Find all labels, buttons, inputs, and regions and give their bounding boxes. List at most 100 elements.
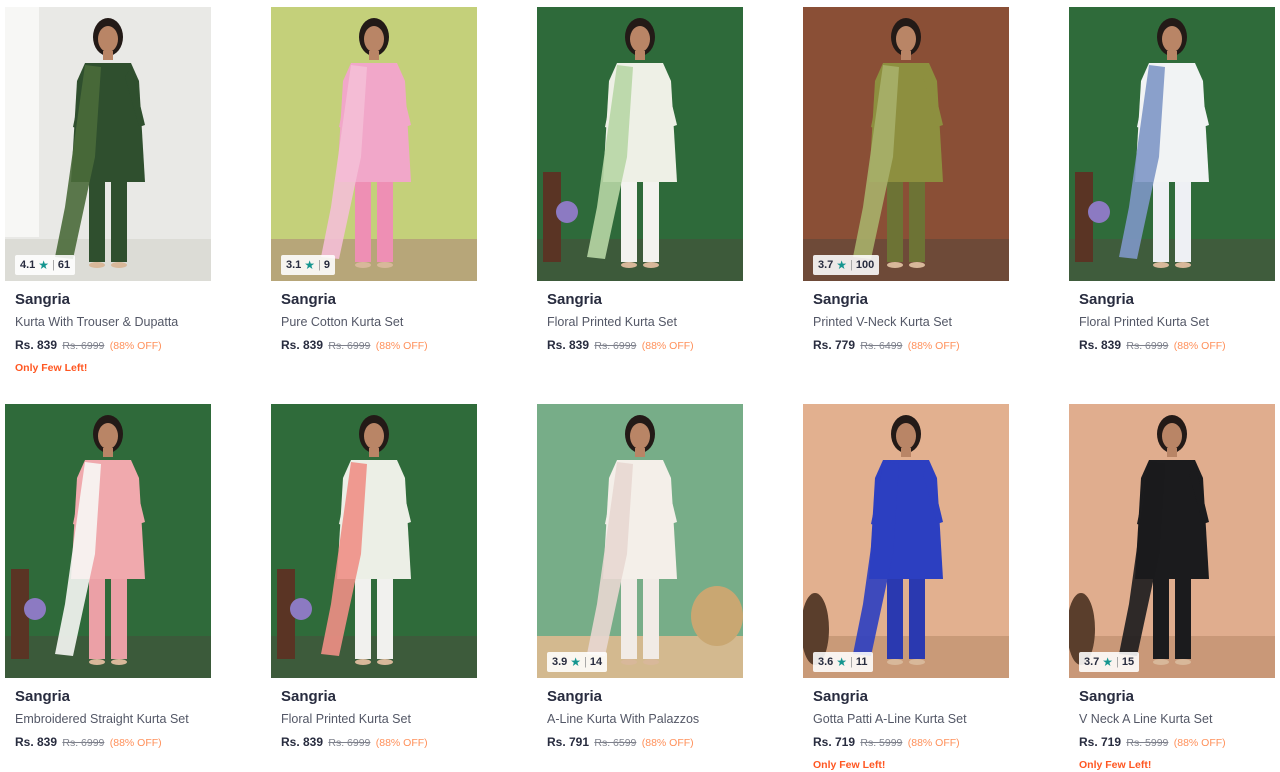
original-price: Rs. 6999 [328, 737, 371, 749]
price-row: Rs. 719 Rs. 5999 (88% OFF) [813, 734, 1009, 751]
product-name: Floral Printed Kurta Set [1079, 315, 1209, 329]
stock-badge: Only Few Left! [813, 759, 886, 771]
original-price: Rs. 6999 [594, 340, 637, 352]
discounted-price: Rs. 839 [281, 338, 324, 352]
product-image[interactable]: 3.7 ★ | 100 [803, 7, 1009, 281]
discount-percent: (88% OFF) [641, 340, 694, 352]
product-card[interactable]: Sangria Floral Printed Kurta Set Rs. 839 R… [537, 7, 743, 354]
discounted-price: Rs. 719 [1079, 735, 1122, 749]
product-card[interactable]: 3.7 ★ | 100 Sangria Printed V-Neck Kurta Set R… [803, 7, 1009, 354]
product-name: Floral Printed Kurta Set [547, 315, 677, 329]
rating-badge: 3.7 ★ | 15 [1079, 652, 1140, 672]
product-info: Sangria Floral Printed Kurta Set Rs. 839 R… [271, 678, 477, 751]
product-info: Sangria Floral Printed Kurta Set Rs. 839 R… [537, 281, 743, 354]
product-name: Embroidered Straight Kurta Set [15, 712, 189, 726]
review-count: 61 [57, 259, 71, 271]
brand-name: Sangria [813, 688, 869, 705]
product-image[interactable]: 3.9 ★ | 14 [537, 404, 743, 678]
discounted-price: Rs. 839 [15, 338, 58, 352]
product-image[interactable]: 3.1 ★ | 9 [271, 7, 477, 281]
product-image[interactable] [5, 404, 211, 678]
rating-separator: | [52, 259, 55, 271]
product-card[interactable]: Sangria Floral Printed Kurta Set Rs. 839 R… [271, 404, 477, 751]
original-price: Rs. 6999 [328, 340, 371, 352]
price-row: Rs. 839 Rs. 6999 (88% OFF) [281, 734, 477, 751]
price-row: Rs. 839 Rs. 6999 (88% OFF) [281, 337, 477, 354]
rating-value: 3.1 [286, 259, 302, 271]
product-image[interactable] [271, 404, 477, 678]
model-figure [271, 404, 477, 678]
rating-badge: 4.1 ★ | 61 [15, 255, 76, 275]
discounted-price: Rs. 839 [281, 735, 324, 749]
rating-value: 4.1 [20, 259, 36, 271]
star-icon: ★ [836, 258, 848, 272]
model-figure [1069, 404, 1275, 678]
discount-percent: (88% OFF) [109, 340, 162, 352]
rating-badge: 3.9 ★ | 14 [547, 652, 608, 672]
product-image[interactable] [537, 7, 743, 281]
product-image[interactable] [1069, 7, 1275, 281]
star-icon: ★ [570, 655, 582, 669]
product-info: Sangria A-Line Kurta With Palazzos Rs. 791… [537, 678, 743, 751]
rating-badge: 3.1 ★ | 9 [281, 255, 336, 275]
model-figure [537, 7, 743, 281]
star-icon: ★ [38, 258, 50, 272]
discounted-price: Rs. 719 [813, 735, 856, 749]
brand-name: Sangria [547, 291, 603, 308]
stock-badge: Only Few Left! [1079, 759, 1152, 771]
discount-percent: (88% OFF) [907, 340, 960, 352]
product-info: Sangria V Neck A Line Kurta Set Rs. 719 Rs… [1069, 678, 1275, 772]
product-card[interactable]: 3.7 ★ | 15 Sangria V Neck A Line Kurta Set Rs.… [1069, 404, 1275, 772]
discounted-price: Rs. 839 [547, 338, 590, 352]
review-count: 11 [855, 656, 868, 668]
product-card[interactable]: 3.9 ★ | 14 Sangria A-Line Kurta With Palazzos… [537, 404, 743, 751]
original-price: Rs. 6999 [62, 737, 105, 749]
discount-percent: (88% OFF) [1173, 737, 1226, 749]
rating-separator: | [1116, 656, 1119, 668]
rating-separator: | [318, 259, 321, 271]
model-figure [803, 404, 1009, 678]
product-name: V Neck A Line Kurta Set [1079, 712, 1213, 726]
rating-value: 3.9 [552, 656, 568, 668]
brand-name: Sangria [281, 291, 337, 308]
star-icon: ★ [304, 258, 316, 272]
product-card[interactable]: 3.1 ★ | 9 Sangria Pure Cotton Kurta Set Rs. 83… [271, 7, 477, 354]
original-price: Rs. 6999 [1126, 340, 1169, 352]
brand-name: Sangria [15, 291, 71, 308]
discount-percent: (88% OFF) [641, 737, 694, 749]
star-icon: ★ [1102, 655, 1114, 669]
price-row: Rs. 779 Rs. 6499 (88% OFF) [813, 337, 1009, 354]
product-image[interactable]: 3.6 ★ | 11 [803, 404, 1009, 678]
rating-separator: | [584, 656, 587, 668]
original-price: Rs. 5999 [860, 737, 903, 749]
product-card[interactable]: 4.1 ★ | 61 Sangria Kurta With Trouser & Dupat… [5, 7, 211, 375]
discount-percent: (88% OFF) [375, 340, 428, 352]
product-info: Sangria Kurta With Trouser & Dupatta Rs. 8… [5, 281, 211, 375]
product-name: Floral Printed Kurta Set [281, 712, 411, 726]
price-row: Rs. 839 Rs. 6999 (88% OFF) [1079, 337, 1275, 354]
product-info: Sangria Embroidered Straight Kurta Set Rs.… [5, 678, 211, 751]
discount-percent: (88% OFF) [1173, 340, 1226, 352]
product-card[interactable]: Sangria Embroidered Straight Kurta Set Rs.… [5, 404, 211, 751]
brand-name: Sangria [1079, 688, 1135, 705]
product-card[interactable]: Sangria Floral Printed Kurta Set Rs. 839 R… [1069, 7, 1275, 354]
original-price: Rs. 6499 [860, 340, 903, 352]
original-price: Rs. 6999 [62, 340, 105, 352]
review-count: 14 [589, 656, 603, 668]
product-info: Sangria Printed V-Neck Kurta Set Rs. 779 R… [803, 281, 1009, 354]
original-price: Rs. 6599 [594, 737, 637, 749]
discounted-price: Rs. 791 [547, 735, 590, 749]
product-info: Sangria Floral Printed Kurta Set Rs. 839 R… [1069, 281, 1275, 354]
discount-percent: (88% OFF) [907, 737, 960, 749]
discounted-price: Rs. 839 [1079, 338, 1122, 352]
model-figure [5, 404, 211, 678]
product-name: Pure Cotton Kurta Set [281, 315, 404, 329]
product-image[interactable]: 4.1 ★ | 61 [5, 7, 211, 281]
product-card[interactable]: 3.6 ★ | 11 Sangria Gotta Patti A-Line Kurta S… [803, 404, 1009, 772]
price-row: Rs. 719 Rs. 5999 (88% OFF) [1079, 734, 1275, 751]
product-image[interactable]: 3.7 ★ | 15 [1069, 404, 1275, 678]
rating-separator: | [850, 656, 853, 668]
review-count: 9 [323, 259, 331, 271]
discounted-price: Rs. 839 [15, 735, 58, 749]
rating-value: 3.7 [818, 259, 834, 271]
